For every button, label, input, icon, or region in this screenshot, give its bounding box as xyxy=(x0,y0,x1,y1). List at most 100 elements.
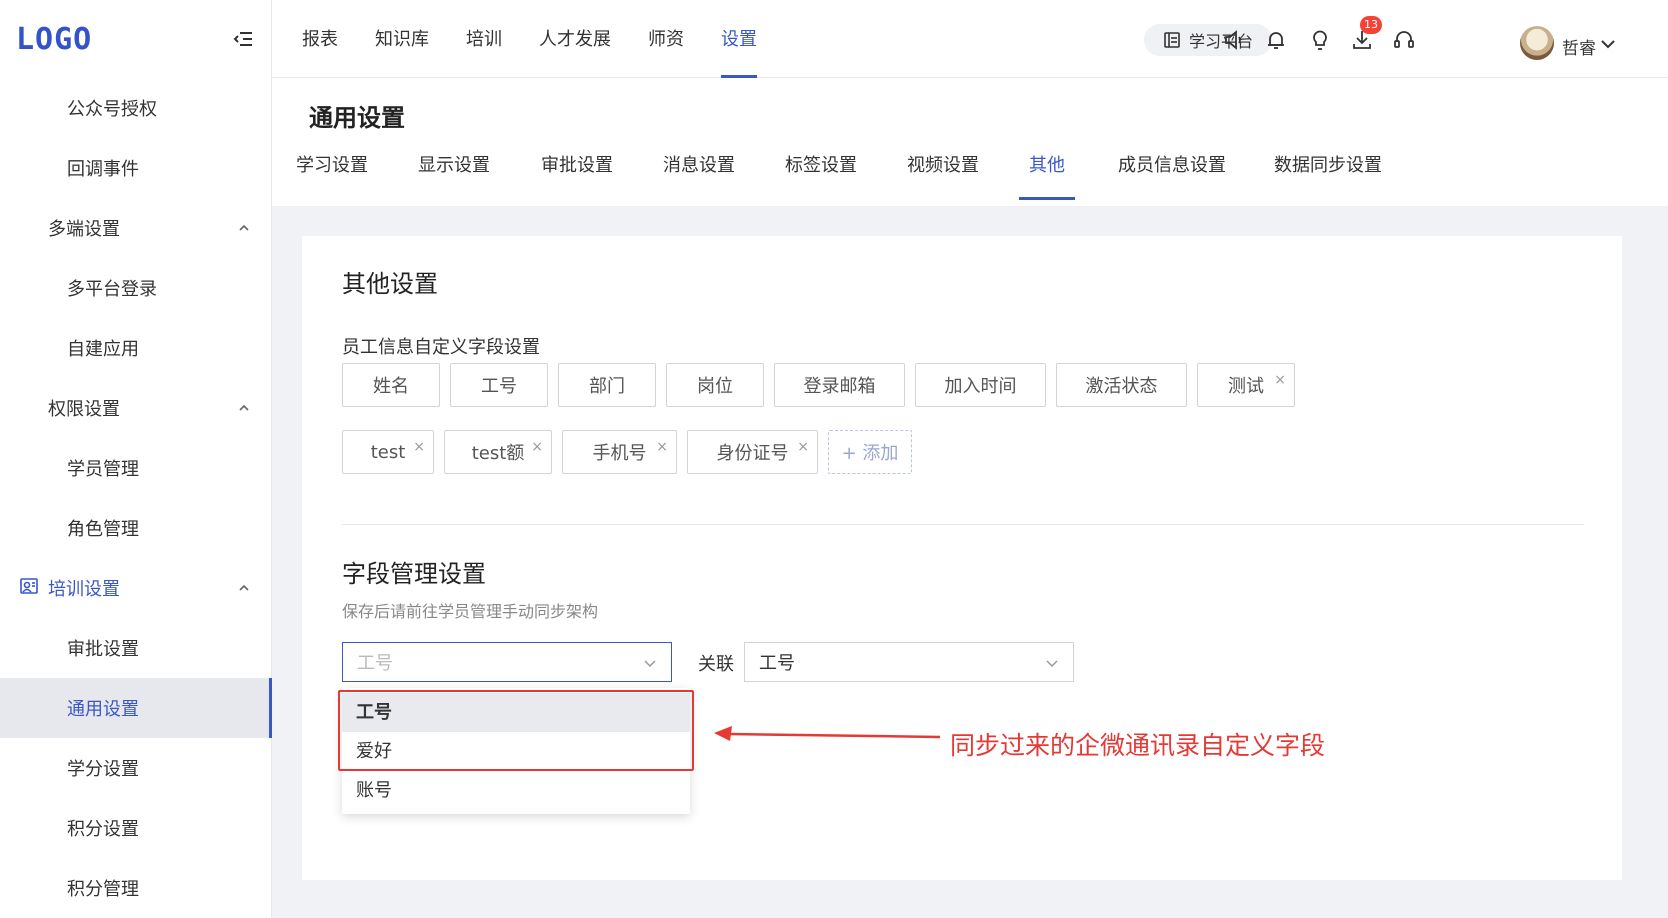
chevron-down-icon xyxy=(1046,660,1058,668)
sidebar-item-label: 积分设置 xyxy=(67,819,139,840)
sidebar-item-label: 角色管理 xyxy=(67,519,139,540)
sidebar-item[interactable]: 学员管理 xyxy=(0,438,272,498)
training-settings-icon xyxy=(20,578,38,594)
settings-tab[interactable]: 消息设置 xyxy=(663,148,735,206)
sidebar-item-label: 审批设置 xyxy=(67,639,139,660)
settings-tab[interactable]: 数据同步设置 xyxy=(1274,148,1382,206)
field-mgmt-desc: 保存后请前往学员管理手动同步架构 xyxy=(342,602,599,621)
field-tag[interactable]: 岗位 xyxy=(666,363,764,407)
headset-icon[interactable] xyxy=(1392,28,1416,52)
sidebar-item-label: 回调事件 xyxy=(67,159,139,180)
chevron-up-icon[interactable] xyxy=(238,582,250,594)
sidebar-item[interactable]: 公众号授权 xyxy=(0,78,272,138)
sidebar-item-label: 通用设置 xyxy=(67,699,139,720)
chevron-up-icon[interactable] xyxy=(238,222,250,234)
sidebar-item[interactable]: 多端设置 xyxy=(0,198,272,258)
field-tag-label: 手机号 xyxy=(592,443,647,464)
sidebar-item-label: 公众号授权 xyxy=(67,99,157,120)
chevron-down-icon xyxy=(644,660,656,668)
top-nav-item[interactable]: 培训 xyxy=(466,0,502,78)
add-field-button[interactable]: + 添加 xyxy=(828,430,912,474)
field-tag[interactable]: 部门 xyxy=(558,363,656,407)
top-nav-item[interactable]: 人才发展 xyxy=(539,0,611,78)
settings-tab[interactable]: 标签设置 xyxy=(785,148,857,206)
field-tag[interactable]: 加入时间 xyxy=(915,363,1046,407)
source-field-select[interactable]: 工号 xyxy=(342,642,672,682)
bulb-icon[interactable] xyxy=(1308,28,1332,52)
field-tag[interactable]: 登录邮箱 xyxy=(774,363,905,407)
sidebar: LOGO 公众号授权回调事件多端设置多平台登录自建应用 权限设置 学员管理角色管理培… xyxy=(0,0,272,918)
chevron-down-icon[interactable] xyxy=(1600,36,1616,52)
close-icon[interactable]: × xyxy=(797,440,809,454)
dropdown-option[interactable]: 账号 xyxy=(342,771,690,810)
custom-fields-title: 员工信息自定义字段设置 xyxy=(342,337,540,358)
top-nav-item[interactable]: 设置 xyxy=(721,0,757,78)
settings-tab[interactable]: 显示设置 xyxy=(418,148,490,206)
page-header: 通用设置 学习设置 显示设置 审批设置 消息设置 标签设置 视频设置 其他 成员信息设置 数据同… xyxy=(272,78,1668,206)
sidebar-item[interactable]: 审批设置 xyxy=(0,618,272,678)
top-nav-item[interactable]: 知识库 xyxy=(375,0,429,78)
close-icon[interactable]: × xyxy=(413,440,425,454)
sidebar-item-label: 多平台登录 xyxy=(67,279,157,300)
close-icon[interactable]: × xyxy=(1274,373,1286,387)
close-icon[interactable]: × xyxy=(656,440,668,454)
target-field-select[interactable]: 工号 xyxy=(744,642,1074,682)
download-icon[interactable] xyxy=(1350,28,1374,52)
settings-tab[interactable]: 其他 xyxy=(1019,148,1075,206)
platform-icon xyxy=(1164,32,1180,48)
sidebar-item[interactable]: 回调事件 xyxy=(0,138,272,198)
dropdown-option[interactable]: 爱好 xyxy=(342,732,690,771)
page-title: 通用设置 xyxy=(309,104,405,132)
annotation-text: 同步过来的企微通讯录自定义字段 xyxy=(950,731,1326,760)
dropdown-option[interactable]: 工号 xyxy=(342,693,690,732)
field-tag-label: 激活状态 xyxy=(1085,376,1158,397)
sidebar-item[interactable]: 自建应用 xyxy=(0,318,272,378)
bell-icon[interactable] xyxy=(1264,28,1288,52)
field-tag[interactable]: 工号 xyxy=(450,363,548,407)
sidebar-item[interactable]: 积分设置 xyxy=(0,798,272,858)
learn-platform-button[interactable]: 学习平台 xyxy=(1144,24,1272,56)
settings-tab[interactable]: 成员信息设置 xyxy=(1118,148,1226,206)
sidebar-item-label: 积分管理 xyxy=(67,879,139,900)
field-tag[interactable]: test × xyxy=(342,430,434,474)
sidebar-item[interactable]: 多平台登录 xyxy=(0,258,272,318)
collapse-menu-icon[interactable] xyxy=(232,28,254,50)
sidebar-item[interactable]: 学分设置 xyxy=(0,738,272,798)
logo: LOGO xyxy=(16,22,93,57)
field-tag[interactable]: 身份证号 × xyxy=(687,430,818,474)
top-bar: 报表 知识库 培训 人才发展 师资 设置 学习平台 13 哲睿 xyxy=(272,0,1668,78)
settings-tab[interactable]: 审批设置 xyxy=(541,148,613,206)
field-tag-label: 测试 xyxy=(1228,376,1264,397)
sidebar-menu: 公众号授权回调事件多端设置多平台登录自建应用 权限设置 学员管理角色管理培训设置审批… xyxy=(0,78,272,918)
field-tag[interactable]: 手机号 × xyxy=(562,430,677,474)
sidebar-item[interactable]: 权限设置 xyxy=(0,378,272,438)
user-name[interactable]: 哲睿 xyxy=(1562,34,1596,59)
chevron-up-icon[interactable] xyxy=(238,402,250,414)
sidebar-item[interactable]: 培训设置 xyxy=(0,558,272,618)
sidebar-item[interactable]: 角色管理 xyxy=(0,498,272,558)
sidebar-item[interactable]: 积分管理 xyxy=(0,858,272,918)
sidebar-item[interactable]: 通用设置 xyxy=(0,678,272,738)
top-nav-item[interactable]: 师资 xyxy=(648,0,684,78)
field-tag[interactable]: 姓名 xyxy=(342,363,440,407)
divider xyxy=(342,524,1584,525)
settings-tab[interactable]: 视频设置 xyxy=(907,148,979,206)
close-icon[interactable]: × xyxy=(531,440,543,454)
settings-tab[interactable]: 学习设置 xyxy=(296,148,368,206)
avatar[interactable] xyxy=(1520,26,1554,60)
source-field-placeholder: 工号 xyxy=(357,653,393,674)
sidebar-item-label: 培训设置 xyxy=(48,579,120,600)
source-field-dropdown: 工号 爱好 账号 xyxy=(342,688,690,814)
field-tag[interactable]: test额 × xyxy=(444,430,552,474)
top-nav-item[interactable]: 报表 xyxy=(302,0,338,78)
field-tag-label: 部门 xyxy=(589,376,625,397)
sidebar-item-label: 多端设置 xyxy=(48,219,120,240)
field-tag[interactable]: 激活状态 xyxy=(1056,363,1187,407)
speaker-icon[interactable] xyxy=(1222,28,1246,52)
annotation-arrow-icon xyxy=(714,726,941,741)
field-tag-label: 姓名 xyxy=(373,376,409,397)
field-tag[interactable]: 测试 × xyxy=(1197,363,1295,407)
field-mgmt-title: 字段管理设置 xyxy=(342,560,486,588)
target-field-value: 工号 xyxy=(759,653,795,674)
association-label: 关联 xyxy=(698,654,734,675)
